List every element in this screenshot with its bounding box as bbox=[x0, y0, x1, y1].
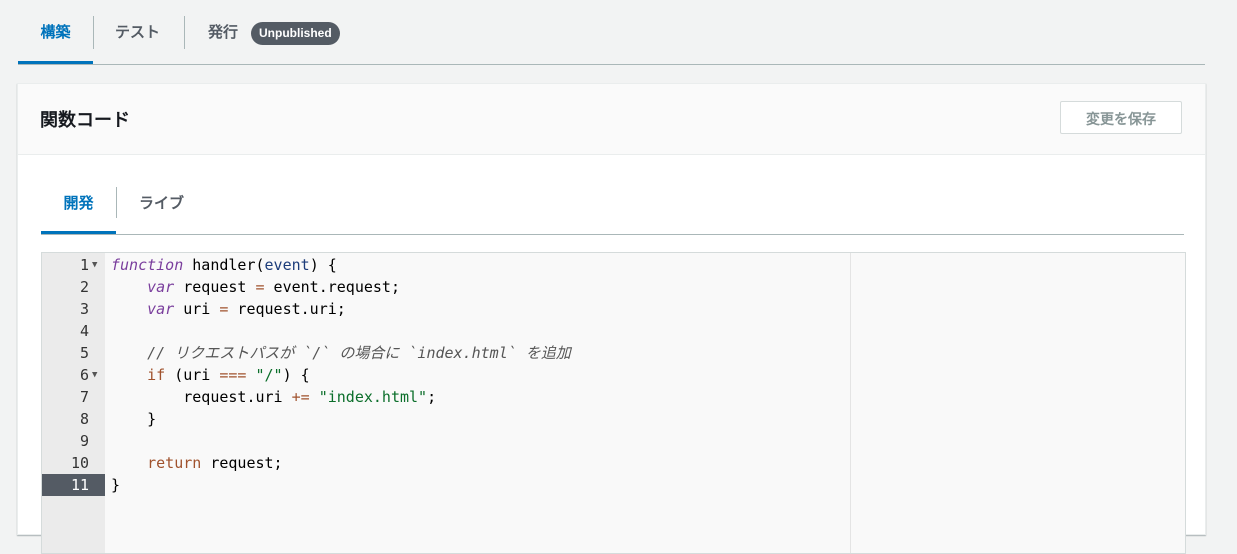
stage-tab-bar: 開発 ライブ bbox=[41, 184, 1184, 235]
code-line[interactable]: 7 request.uri += "index.html"; bbox=[42, 386, 1185, 408]
code-line[interactable]: 11} bbox=[42, 474, 1185, 496]
code-text: function handler(event) { bbox=[111, 256, 337, 274]
line-number: 5 bbox=[79, 344, 89, 362]
tab-development[interactable]: 開発 bbox=[41, 184, 116, 234]
tab-divider bbox=[184, 16, 185, 49]
fold-arrow-icon[interactable]: ▼ bbox=[92, 364, 97, 386]
tab-build[interactable]: 構築 bbox=[18, 0, 93, 64]
code-text: return request; bbox=[147, 454, 283, 472]
line-number: 2 bbox=[79, 278, 89, 296]
top-tab-bar: 構築 テスト 発行 Unpublished bbox=[18, 0, 1205, 65]
code-text: if (uri === "/") { bbox=[147, 366, 310, 384]
tab-publish[interactable]: 発行 bbox=[208, 0, 238, 64]
line-number: 4 bbox=[79, 322, 89, 340]
code-text: var request = event.request; bbox=[147, 278, 400, 296]
line-number: 9 bbox=[79, 432, 89, 450]
code-line[interactable]: 3 var uri = request.uri; bbox=[42, 298, 1185, 320]
code-line[interactable]: 6 ▼ if (uri === "/") { bbox=[42, 364, 1185, 386]
code-line[interactable]: 9 bbox=[42, 430, 1185, 452]
line-number: 8 bbox=[79, 410, 89, 428]
fold-arrow-icon[interactable]: ▼ bbox=[92, 254, 97, 276]
save-changes-button[interactable]: 変更を保存 bbox=[1060, 101, 1182, 134]
code-editor[interactable]: 1 ▼ function handler(event) {2 var request… bbox=[41, 252, 1186, 554]
line-number: 3 bbox=[79, 300, 89, 318]
code-line[interactable]: 2 var request = event.request; bbox=[42, 276, 1185, 298]
code-line[interactable]: 1 ▼ function handler(event) { bbox=[42, 254, 1185, 276]
code-line[interactable]: 10 return request; bbox=[42, 452, 1185, 474]
code-line[interactable]: 8 } bbox=[42, 408, 1185, 430]
tab-live[interactable]: ライブ bbox=[139, 184, 184, 234]
code-text: var uri = request.uri; bbox=[147, 300, 346, 318]
code-text: // リクエストパスが `/` の場合に `index.html` を追加 bbox=[147, 344, 571, 362]
code-text: } bbox=[111, 476, 121, 494]
line-number: 7 bbox=[79, 388, 89, 406]
code-line[interactable]: 4 bbox=[42, 320, 1185, 342]
code-lines[interactable]: 1 ▼ function handler(event) {2 var request… bbox=[42, 253, 1185, 496]
line-number: 11 bbox=[42, 474, 105, 496]
tab-divider bbox=[116, 187, 117, 218]
line-number: 6 bbox=[79, 366, 89, 384]
tab-divider bbox=[93, 16, 94, 49]
tab-test[interactable]: テスト bbox=[115, 0, 160, 64]
panel-header: 関数コード 変更を保存 bbox=[18, 84, 1205, 155]
code-text: request.uri += "index.html"; bbox=[111, 388, 437, 406]
code-line[interactable]: 5 // リクエストパスが `/` の場合に `index.html` を追加 bbox=[42, 342, 1185, 364]
line-number: 10 bbox=[70, 454, 89, 472]
function-code-panel: 関数コード 変更を保存 開発 ライブ 1 ▼ function handler(ev… bbox=[17, 83, 1206, 554]
panel-title: 関数コード bbox=[40, 110, 130, 130]
status-badge: Unpublished bbox=[251, 22, 340, 45]
code-text: } bbox=[111, 410, 157, 428]
line-number: 1 bbox=[79, 256, 89, 274]
